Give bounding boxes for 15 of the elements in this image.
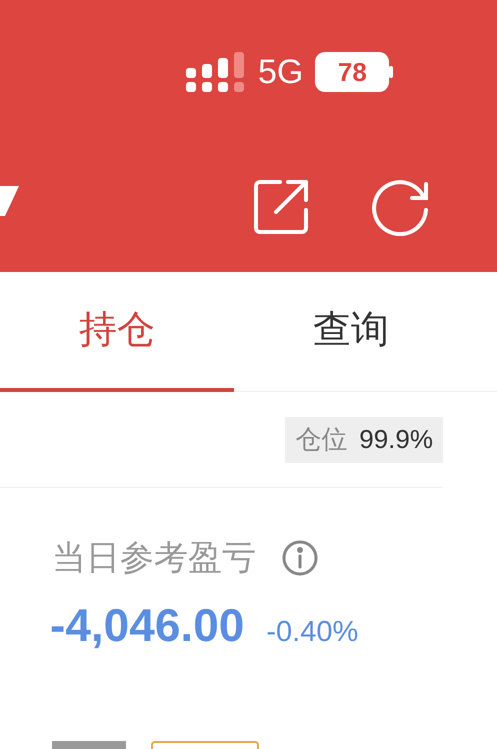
daily-pnl-amount: -4,046.00	[50, 602, 244, 648]
position-label: 仓位	[295, 423, 348, 456]
tab[interactable]: 持仓	[0, 272, 234, 392]
tab[interactable]: 查询	[234, 272, 468, 392]
daily-pnl-percent: -0.40%	[266, 618, 358, 647]
dropdown-caret-icon[interactable]	[0, 186, 20, 216]
battery-tip-icon	[389, 66, 394, 78]
battery-level: 78	[315, 52, 390, 92]
info-icon[interactable]	[282, 540, 318, 576]
signal-icon	[186, 52, 246, 92]
refresh-icon[interactable]	[372, 178, 430, 236]
position-value: 99.9%	[359, 423, 433, 456]
daily-pnl-label: 当日参考盈亏	[52, 541, 256, 575]
network-label: 5G	[258, 55, 304, 89]
share-icon[interactable]	[254, 180, 310, 234]
